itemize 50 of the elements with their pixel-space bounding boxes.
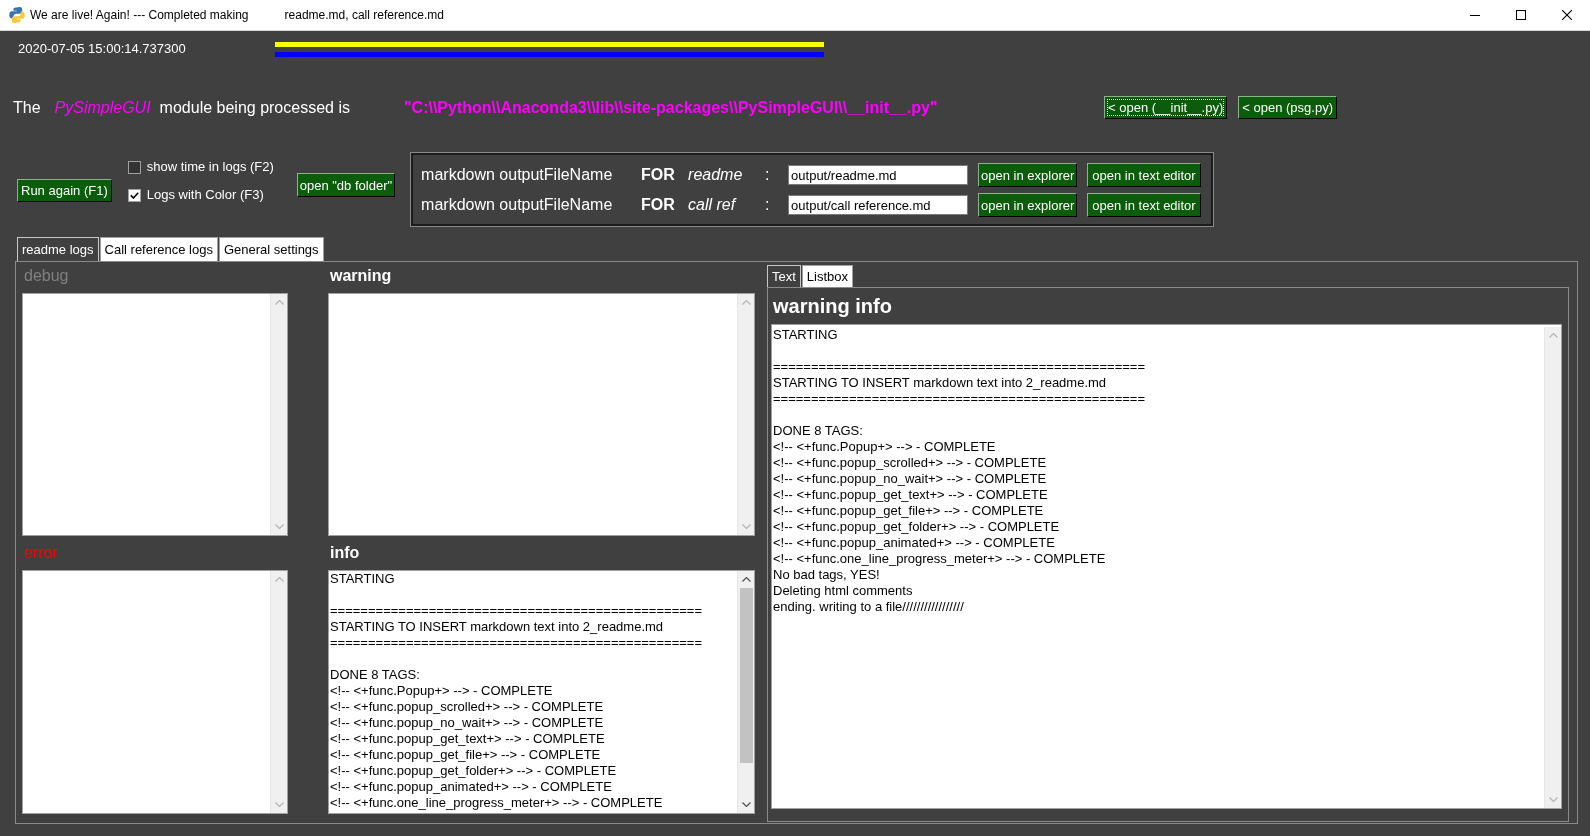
tab[interactable]: Listbox <box>801 265 854 287</box>
timestamp: 2020-07-05 15:00:14.737300 <box>18 40 186 59</box>
close-icon[interactable] <box>1562 10 1572 20</box>
maximize-icon[interactable] <box>1516 10 1526 20</box>
log-title: error <box>24 543 58 563</box>
log-title: info <box>330 543 360 563</box>
log-text: STARTING ================================================= STARTING TO INSERT markdown text into 2_readme.md ================================================= DONE 8 TAGS: <!-- <+func.Popup+> --> - COMPLETE <!-- <+func.popup_scrolled+> --> - COMPLETE <!-- <+func.popup_no_wait+> --> - COMPLETE <!-- <+func.popup_get_text+> --> - COMPLETE <!-- <+func.popup_get_file+> --> - COMPLETE <!-- <+func.popup_get_folder+> --> - COMPLETE <!-- <+func.popup_animated+> --> - COMPLETE <!-- <+func.one_line_progress_meter+> --> - COMPLETE No bad tags, YES! Deleting html comments ending. writing to a file///////////////// <box>773 327 1146 615</box>
open-editor-button[interactable]: open in text editor <box>1087 193 1201 217</box>
run-again-button[interactable]: Run again (F1) <box>17 179 112 202</box>
open-folder-button[interactable]: open "db folder" <box>296 173 396 197</box>
checkbox[interactable] <box>127 160 141 174</box>
tab[interactable]: General settings <box>218 237 324 261</box>
open-file-button[interactable]: < open (__init__.py) <box>1104 96 1228 119</box>
field-label: markdown outputFileName <box>421 195 613 215</box>
scrollbar-thumb[interactable] <box>739 588 753 763</box>
scroll-up-icon[interactable] <box>741 577 751 582</box>
window-title: We are live! Again! --- Completed making <box>30 7 249 24</box>
log-text: STARTING ================================================= STARTING TO INSERT markdown text into 2_readme.md ================================================= DONE 8 TAGS: <!-- <+func.Popup+> --> - COMPLETE <!-- <+func.popup_scrolled+> --> - COMPLETE <!-- <+func.popup_no_wait+> --> - COMPLETE <!-- <+func.popup_get_text+> --> - COMPLETE <!-- <+func.popup_get_file+> --> - COMPLETE <!-- <+func.popup_get_folder+> --> - COMPLETE <!-- <+func.popup_animated+> --> - COMPLETE <!-- <+func.one_line_progress_meter+> --> - COMPLETE <box>330 571 703 811</box>
filename-field[interactable]: output/call reference.md <box>788 195 969 215</box>
separator-label: : <box>765 165 770 185</box>
tab[interactable]: Call reference logs <box>99 237 218 261</box>
target-label: call ref <box>688 195 736 215</box>
target-label: readme <box>688 165 743 185</box>
minimize-icon[interactable] <box>1470 14 1480 16</box>
log-title: debug <box>24 265 69 286</box>
app-icon <box>9 7 25 23</box>
checkbox-label: show time in logs (F2) <box>146 158 274 177</box>
keyword-label: FOR <box>641 195 675 215</box>
filename-field[interactable]: output/readme.md <box>788 165 969 185</box>
checkbox-label: Logs with Color (F3) <box>146 186 264 205</box>
checkbox[interactable] <box>127 188 141 202</box>
open-file-button[interactable]: < open (psg.py) <box>1238 96 1337 119</box>
tab[interactable]: Text <box>767 265 801 287</box>
scrollbar[interactable] <box>737 571 754 813</box>
open-editor-button[interactable]: open in text editor <box>1087 163 1201 187</box>
tab[interactable]: readme logs <box>17 237 99 261</box>
log-title: warning <box>330 265 392 286</box>
field-label: markdown outputFileName <box>421 165 613 185</box>
window-title: readme.md, call reference.md <box>284 7 444 24</box>
module-line-text: module being processed is <box>159 97 350 118</box>
file-path: "C:\\Python\\Anaconda3\\lib\\site-packages\\PySimpleGUI\\__init__.py" <box>404 97 938 118</box>
open-explorer-button[interactable]: open in explorer <box>978 193 1078 217</box>
module-line-text: The <box>13 97 41 118</box>
checkmark-icon <box>129 191 139 199</box>
module-name: PySimpleGUI <box>54 97 151 118</box>
open-explorer-button[interactable]: open in explorer <box>978 163 1078 187</box>
scroll-down-icon[interactable] <box>741 802 751 807</box>
separator-label: : <box>765 195 770 215</box>
panel-heading: warning info <box>773 294 892 319</box>
keyword-label: FOR <box>641 165 675 185</box>
